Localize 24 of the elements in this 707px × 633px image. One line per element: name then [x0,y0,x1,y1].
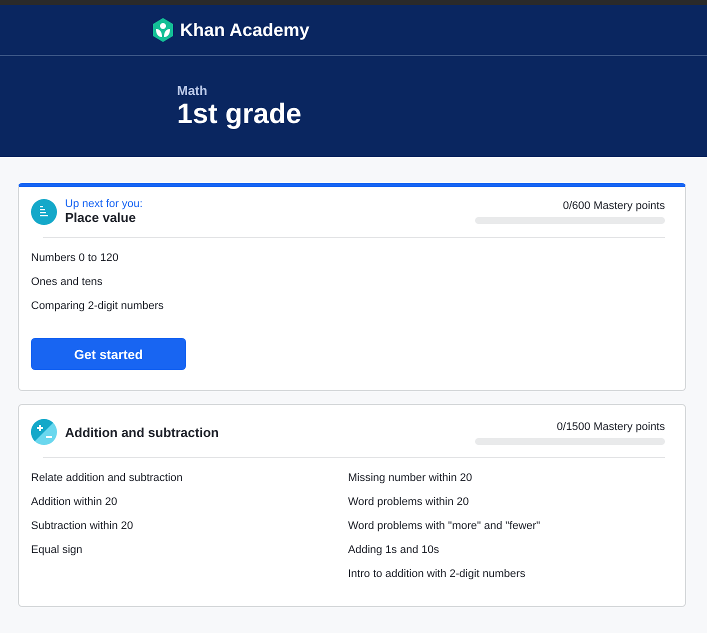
logo-icon [152,18,174,42]
skill-link[interactable]: Relate addition and subtraction [31,466,183,490]
skill-link[interactable]: Numbers 0 to 120 [31,246,118,270]
mastery-points: 0/600 Mastery points [562,200,665,212]
up-next-label: Up next for you: [65,198,143,210]
logo-text: Khan Academy [180,20,310,40]
skill-link[interactable]: Addition within 20 [31,490,118,514]
skill-link[interactable]: Word problems within 20 [348,490,469,514]
skill-link[interactable]: Ones and tens [31,270,103,294]
skill-link[interactable]: Intro to addition with 2-digit numbers [348,562,526,586]
skill-link[interactable]: Equal sign [31,538,82,562]
page-title: 1st grade [177,98,302,130]
unit-icon [31,198,57,224]
unit-title[interactable]: Place value [65,210,143,225]
unit-title[interactable]: Addition and subtraction [65,424,219,440]
subject-label: Math [177,83,208,98]
skill-link[interactable]: Comparing 2-digit numbers [31,294,164,318]
skill-link[interactable]: Word problems with "more" and "fewer" [348,514,540,538]
mastery-points: 0/1500 Mastery points [556,421,665,433]
skill-link[interactable]: Subtraction within 20 [31,514,134,538]
get-started-button[interactable]: Get started [31,338,186,370]
skill-link[interactable]: Adding 1s and 10s [348,538,440,562]
plus-minus-icon [31,419,57,445]
skill-link[interactable]: Missing number within 20 [348,466,472,490]
